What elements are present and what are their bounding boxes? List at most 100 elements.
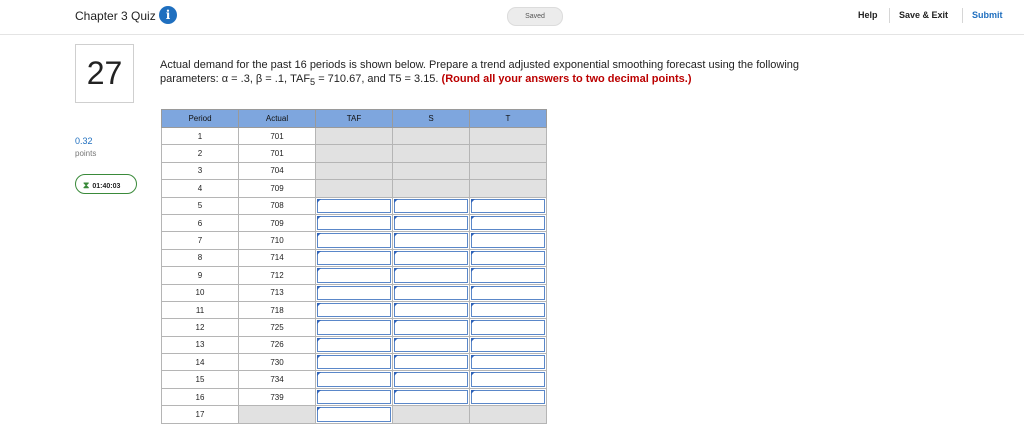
input-box[interactable] [471,268,545,283]
t-input[interactable] [469,300,547,320]
input-box[interactable] [317,233,391,248]
s-input[interactable] [392,266,470,285]
input-box[interactable] [394,285,468,300]
t-input[interactable] [469,231,547,250]
s-input[interactable] [392,353,470,372]
input-box[interactable] [471,233,545,248]
taf-input[interactable] [315,248,393,268]
input-box[interactable] [394,302,468,318]
input-box[interactable] [317,250,391,266]
divider [962,8,963,23]
t-input[interactable] [469,387,547,407]
input-box[interactable] [317,355,391,370]
s-input[interactable] [392,387,470,407]
actual-cell: 712 [238,266,316,285]
input-box[interactable] [471,389,545,405]
input-box[interactable] [317,198,391,213]
period-cell: 3 [161,161,239,181]
input-box[interactable] [394,233,468,248]
taf-input[interactable] [315,283,393,302]
t-input[interactable] [469,353,547,372]
input-box[interactable] [394,389,468,405]
input-box[interactable] [317,285,391,300]
input-box[interactable] [394,320,468,335]
taf-input[interactable] [315,266,393,285]
taf-input[interactable] [315,335,393,355]
t-input[interactable] [469,283,547,302]
input-box[interactable] [394,250,468,266]
flag-marker-icon [317,355,321,360]
s-input[interactable] [392,318,470,337]
header-actual: Actual [238,109,316,128]
s-input[interactable] [392,300,470,320]
actual-cell: 726 [238,335,316,355]
taf-input[interactable] [315,405,393,424]
table-row: 16 739 [161,387,547,407]
input-box[interactable] [317,407,391,422]
table-row: 11 718 [161,300,547,320]
s-input[interactable] [392,370,470,389]
s-input[interactable] [392,231,470,250]
taf-input[interactable] [315,300,393,320]
t-input[interactable] [469,248,547,268]
input-box[interactable] [394,198,468,213]
input-box[interactable] [394,372,468,387]
s-input[interactable] [392,196,470,215]
input-box[interactable] [317,302,391,318]
t-input[interactable] [469,318,547,337]
save-exit-link[interactable]: Save & Exit [899,10,948,20]
table-row: 14 730 [161,353,547,372]
input-box[interactable] [471,250,545,266]
submit-link[interactable]: Submit [972,10,1003,20]
taf-input[interactable] [315,231,393,250]
input-box[interactable] [471,337,545,353]
input-box[interactable] [471,320,545,335]
input-box[interactable] [471,285,545,300]
s-input[interactable] [392,335,470,355]
points-value: 0.32 [75,136,93,146]
t-input[interactable] [469,266,547,285]
s-input[interactable] [392,248,470,268]
taf-input[interactable] [315,353,393,372]
actual-cell [238,405,316,424]
input-box[interactable] [471,302,545,318]
taf-input[interactable] [315,387,393,407]
header-period: Period [161,109,239,128]
taf-disabled-cell [315,126,393,146]
help-link[interactable]: Help [858,10,878,20]
table-row: 3 704 [161,161,547,181]
input-box[interactable] [471,355,545,370]
s-input[interactable] [392,213,470,233]
info-icon[interactable]: i [159,6,177,24]
input-box[interactable] [394,337,468,353]
period-cell: 13 [161,335,239,355]
flag-marker-icon [317,320,321,325]
input-box[interactable] [317,268,391,283]
actual-cell: 701 [238,144,316,163]
input-box[interactable] [317,337,391,353]
taf-input[interactable] [315,318,393,337]
input-box[interactable] [394,268,468,283]
input-box[interactable] [394,215,468,231]
flag-marker-icon [471,250,475,255]
t-input[interactable] [469,196,547,215]
input-box[interactable] [317,372,391,387]
s-input[interactable] [392,283,470,302]
input-box[interactable] [317,320,391,335]
period-cell: 9 [161,266,239,285]
input-box[interactable] [394,355,468,370]
taf-input[interactable] [315,196,393,215]
t-input[interactable] [469,213,547,233]
input-box[interactable] [471,215,545,231]
taf-input[interactable] [315,213,393,233]
t-input[interactable] [469,370,547,389]
table-row: 7 710 [161,231,547,250]
input-box[interactable] [471,372,545,387]
t-input[interactable] [469,335,547,355]
input-box[interactable] [317,389,391,405]
period-cell: 5 [161,196,239,215]
input-box[interactable] [317,215,391,231]
input-box[interactable] [471,198,545,213]
taf-input[interactable] [315,370,393,389]
flag-marker-icon [317,407,321,412]
